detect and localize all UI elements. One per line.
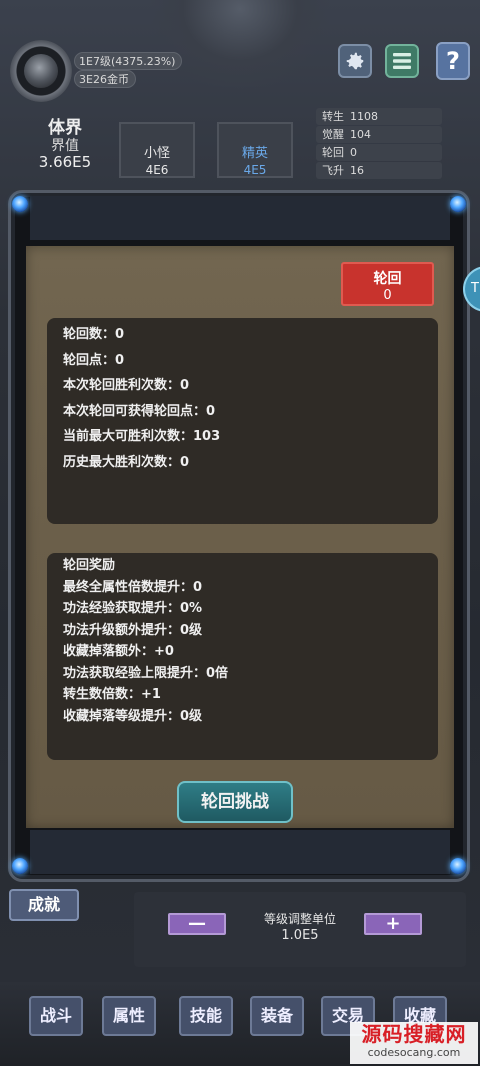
- info-line: 本次轮回胜利次数：0: [63, 378, 190, 393]
- avatar[interactable]: [24, 54, 58, 88]
- watermark-url: codesocang.com: [367, 1046, 461, 1059]
- header-ornament: [150, 0, 330, 90]
- increase-button[interactable]: +: [364, 913, 422, 935]
- nav-attributes[interactable]: 属性: [102, 996, 156, 1036]
- settings-button[interactable]: [338, 44, 372, 78]
- stat-row-awaken: 觉醒 104: [316, 126, 442, 143]
- info-line: 当前最大可胜利次数：103: [63, 429, 221, 444]
- level-display: 1E7级(4375.23%): [74, 52, 182, 70]
- stat-row-reincarnation: 轮回 0: [316, 144, 442, 161]
- modal-top-bar: [30, 196, 450, 240]
- menu-icon: [393, 53, 411, 69]
- info-line: 轮回点：0: [63, 352, 125, 368]
- stat-row-ascension: 飞升 16: [316, 162, 442, 179]
- watermark-title: 源码搜藏网: [361, 1022, 467, 1046]
- tab-elite-label: 精英: [241, 146, 268, 161]
- reincarnate-button-value: 0: [383, 288, 392, 303]
- rewards-title: 轮回奖励: [63, 558, 116, 573]
- info-line: 轮回数：0: [63, 327, 125, 342]
- reincarnate-button-title: 轮回: [373, 271, 402, 287]
- reward-line: 功法经验获取提升：0%: [63, 601, 203, 616]
- modal-bottom-bar: [30, 830, 450, 874]
- corner-gem-icon: [12, 858, 28, 874]
- corner-gem-icon: [450, 196, 466, 212]
- nav-battle[interactable]: 战斗: [29, 996, 83, 1036]
- reward-line: 最终全属性倍数提升：0: [63, 579, 203, 595]
- reward-line: 功法升级额外提升：0级: [63, 622, 203, 638]
- nav-skills[interactable]: 技能: [179, 996, 233, 1036]
- gear-icon: [346, 52, 364, 70]
- achievement-button[interactable]: 成就: [9, 889, 79, 921]
- adjust-unit-label: 等级调整单位: [263, 912, 336, 926]
- reincarnate-button[interactable]: 轮回 0: [341, 262, 434, 306]
- corner-gem-icon: [450, 858, 466, 874]
- nav-equipment[interactable]: 装备: [250, 996, 304, 1036]
- adjust-unit-value: 1.0E5: [281, 928, 319, 943]
- info-line: 历史最大胜利次数：0: [63, 454, 190, 470]
- stat-row-rebirth: 转生 1108: [316, 108, 442, 125]
- tab-minion[interactable]: 小怪 4E6: [119, 122, 195, 178]
- reward-line: 转生数倍数：+1: [63, 687, 161, 702]
- corner-gem-icon: [12, 196, 28, 212]
- stats-panel: 转生 1108 觉醒 104 轮回 0 飞升 16: [316, 108, 442, 182]
- realm-value: 3.66E5: [38, 153, 92, 171]
- decrease-button[interactable]: —: [168, 913, 226, 935]
- reward-line: 收藏掉落额外：+0: [63, 644, 174, 659]
- help-button[interactable]: ?: [436, 42, 470, 80]
- reward-line: 功法获取经验上限提升：0倍: [63, 665, 229, 681]
- tab-minion-value: 4E6: [145, 163, 169, 177]
- reincarnation-rewards-box: 轮回奖励 最终全属性倍数提升：0 功法经验获取提升：0% 功法升级额外提升：0级…: [47, 553, 438, 760]
- menu-button[interactable]: [385, 44, 419, 78]
- reward-line: 收藏掉落等级提升：0级: [63, 708, 203, 724]
- reincarnation-challenge-button[interactable]: 轮回挑战: [177, 781, 293, 823]
- reincarnation-info-box: 轮回数：0 轮回点：0 本次轮回胜利次数：0 本次轮回可获得轮回点：0 当前最大…: [47, 318, 438, 524]
- info-line: 本次轮回可获得轮回点：0: [63, 403, 216, 419]
- tab-elite[interactable]: 精英 4E5: [217, 122, 293, 178]
- watermark: 源码搜藏网 codesocang.com: [350, 1022, 478, 1064]
- realm-label: 界值: [51, 138, 79, 154]
- tab-minion-label: 小怪: [143, 146, 170, 161]
- gold-display: 3E26金币: [74, 70, 136, 88]
- tab-elite-value: 4E5: [243, 163, 267, 177]
